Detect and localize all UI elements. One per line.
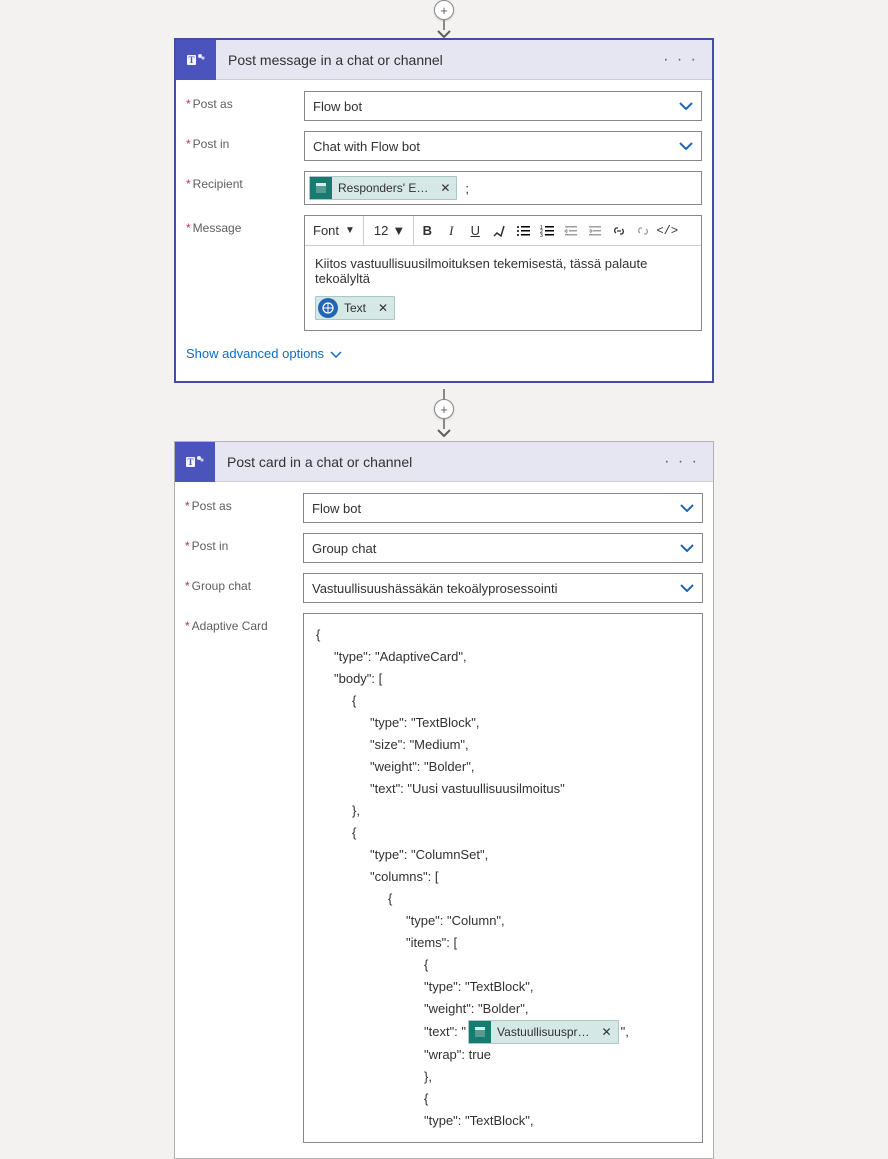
recipient-token[interactable]: Responders' E… ✕ <box>309 176 457 200</box>
adaptive-card-editor[interactable]: { "type": "AdaptiveCard", "body": [ { "t… <box>303 613 703 1143</box>
svg-text:T: T <box>187 457 193 467</box>
number-list-button[interactable]: 123 <box>536 220 558 242</box>
rte-toolbar: Font ▼ 12 ▼ B I U <box>305 216 701 246</box>
link-button[interactable] <box>608 220 630 242</box>
forms-icon <box>310 177 332 199</box>
recipient-input[interactable]: Responders' E… ✕ ; <box>304 171 702 205</box>
recipient-separator: ; <box>461 181 469 196</box>
field-message: *Message Font ▼ 12 ▼ B <box>176 210 712 336</box>
highlight-button[interactable] <box>488 220 510 242</box>
flow-connector-line <box>443 20 445 30</box>
add-step-button-mid[interactable]: + <box>434 399 454 419</box>
indent-button[interactable] <box>584 220 606 242</box>
action-card-post-card[interactable]: T Post card in a chat or channel · · · *… <box>174 441 714 1159</box>
card-title: Post card in a chat or channel <box>215 454 650 470</box>
flow-connector-line <box>443 419 445 429</box>
field-post-in: *Post in Chat with Flow bot <box>176 126 712 166</box>
svg-text:T: T <box>188 55 194 65</box>
teams-icon: T <box>175 442 215 482</box>
bullet-list-button[interactable] <box>512 220 534 242</box>
field-post-as: *Post as Flow bot <box>175 488 713 528</box>
italic-button[interactable]: I <box>440 220 462 242</box>
message-editor[interactable]: Font ▼ 12 ▼ B I U <box>304 215 702 331</box>
chevron-down-icon <box>680 584 694 592</box>
card-header: T Post message in a chat or channel · · … <box>176 40 712 80</box>
chevron-down-icon <box>679 142 693 150</box>
chevron-down-icon <box>679 102 693 110</box>
outdent-button[interactable] <box>560 220 582 242</box>
card-title: Post message in a chat or channel <box>216 52 649 68</box>
font-family-select[interactable]: Font ▼ <box>309 216 364 245</box>
chevron-down-icon <box>680 504 694 512</box>
chevron-down-icon <box>680 544 694 552</box>
font-size-select[interactable]: 12 ▼ <box>366 216 414 245</box>
underline-button[interactable]: U <box>464 220 486 242</box>
add-step-button-top[interactable]: + <box>434 0 454 20</box>
forms-icon <box>469 1021 491 1043</box>
bold-button[interactable]: B <box>416 220 438 242</box>
arrow-down-icon <box>437 429 451 437</box>
post-as-select[interactable]: Flow bot <box>304 91 702 121</box>
post-as-select[interactable]: Flow bot <box>303 493 703 523</box>
field-post-as: *Post as Flow bot <box>176 86 712 126</box>
post-in-select[interactable]: Chat with Flow bot <box>304 131 702 161</box>
field-group-chat: *Group chat Vastuullisuushässäkän tekoäl… <box>175 568 713 608</box>
field-adaptive-card: *Adaptive Card { "type": "AdaptiveCard",… <box>175 608 713 1148</box>
dropdown-icon: ▼ <box>345 225 355 236</box>
unlink-button[interactable] <box>632 220 654 242</box>
token-remove-button[interactable]: ✕ <box>372 301 394 315</box>
teams-icon: T <box>176 40 216 80</box>
action-card-post-message[interactable]: T Post message in a chat or channel · · … <box>174 38 714 383</box>
field-post-in: *Post in Group chat <box>175 528 713 568</box>
dropdown-icon: ▼ <box>392 223 405 238</box>
field-recipient: *Recipient Responders' E… ✕ ; <box>176 166 712 210</box>
plus-icon: + <box>440 3 448 18</box>
token-remove-button[interactable]: ✕ <box>434 181 456 195</box>
svg-text:3: 3 <box>540 233 543 238</box>
arrow-down-icon <box>437 30 451 38</box>
message-body[interactable]: Kiitos vastuullisuusilmoituksen tekemise… <box>305 246 701 296</box>
card-menu-button[interactable]: · · · <box>649 51 712 69</box>
plus-icon: + <box>440 402 448 417</box>
message-text-token[interactable]: Text ✕ <box>315 296 395 320</box>
group-chat-select[interactable]: Vastuullisuushässäkän tekoälyprosessoint… <box>303 573 703 603</box>
flow-connector-line <box>443 389 445 399</box>
card-menu-button[interactable]: · · · <box>650 453 713 471</box>
chevron-down-icon <box>330 346 342 361</box>
show-advanced-options-link[interactable]: Show advanced options <box>186 346 342 361</box>
card-header: T Post card in a chat or channel · · · <box>175 442 713 482</box>
dynamic-content-icon <box>318 298 338 318</box>
token-remove-button[interactable]: ✕ <box>596 1021 618 1043</box>
post-in-select[interactable]: Group chat <box>303 533 703 563</box>
code-view-button[interactable]: </> <box>656 220 678 242</box>
